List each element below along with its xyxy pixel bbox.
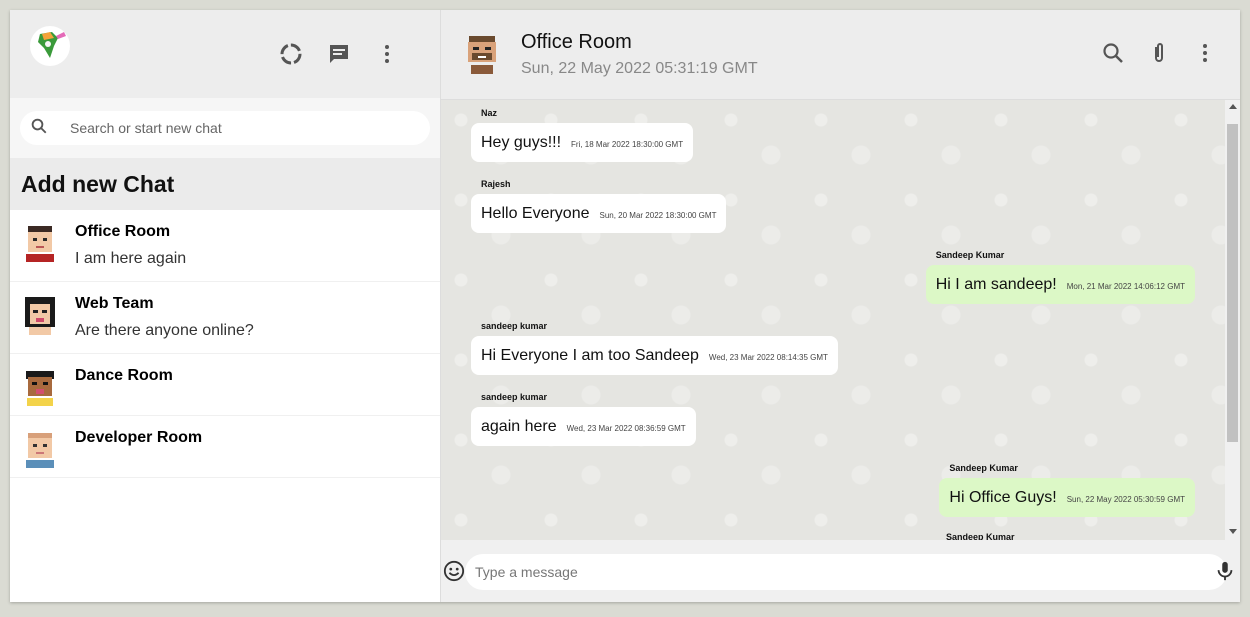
- message-sender: sandeep kumar: [481, 321, 548, 331]
- message-area[interactable]: Naz Hey guys!!! Fri, 18 Mar 2022 18:30:00…: [441, 100, 1240, 540]
- message-bubble[interactable]: Hi I am sandeep! Mon, 21 Mar 2022 14:06:1…: [925, 265, 1195, 304]
- status-icon[interactable]: [276, 39, 306, 69]
- attach-icon[interactable]: [1144, 38, 1174, 68]
- chat-item-office-room[interactable]: Office Room I am here again: [10, 210, 440, 282]
- message-text: Hi I am sandeep!: [935, 276, 1057, 293]
- message: sandeep kumar again here Wed, 23 Mar 2022…: [471, 392, 696, 446]
- message-time: Sun, 20 Mar 2022 18:30:00 GMT: [599, 211, 717, 220]
- search-icon: [30, 117, 48, 140]
- message-text: Hi Office Guys!: [949, 489, 1057, 506]
- chat-item-dance-room[interactable]: Dance Room: [10, 354, 440, 416]
- message-input[interactable]: [465, 554, 1227, 590]
- chat-avatar: [23, 430, 57, 470]
- menu-icon[interactable]: [1190, 38, 1220, 68]
- scroll-up-arrow[interactable]: [1229, 104, 1237, 109]
- message-bubble[interactable]: Hello Everyone Sun, 20 Mar 2022 18:30:00 …: [471, 194, 727, 233]
- chat-last-message: I am here again: [75, 250, 187, 267]
- chat-name: Dance Room: [75, 367, 173, 384]
- message-bubble[interactable]: Hi Everyone I am too Sandeep Wed, 23 Mar …: [471, 336, 838, 375]
- new-chat-icon[interactable]: [324, 39, 354, 69]
- chat-avatar: [23, 368, 57, 408]
- scrollbar-thumb[interactable]: [1227, 124, 1238, 442]
- message-text: Hello Everyone: [481, 205, 590, 222]
- sidebar-header: [10, 10, 440, 98]
- message: Rajesh Hello Everyone Sun, 20 Mar 2022 18…: [471, 179, 727, 233]
- emoji-icon[interactable]: [443, 560, 465, 587]
- room-avatar[interactable]: [463, 35, 501, 75]
- message-sender: sandeep kumar: [481, 392, 548, 402]
- chat-item-web-team[interactable]: Web Team Are there anyone online?: [10, 282, 440, 354]
- message-time: Wed, 23 Mar 2022 08:36:59 GMT: [566, 424, 686, 433]
- chat-avatar: [23, 296, 57, 336]
- message: Naz Hey guys!!! Fri, 18 Mar 2022 18:30:00…: [471, 108, 694, 162]
- chat-avatar: [23, 224, 57, 264]
- sidebar: Add new Chat Office Room I am here again: [10, 10, 441, 602]
- message-own: Sandeep Kumar Hi Office Guys! Sun, 22 May…: [939, 463, 1195, 517]
- app-window: Add new Chat Office Room I am here again: [10, 10, 1240, 602]
- chat-list: Office Room I am here again Web Team Are…: [10, 210, 440, 602]
- search-icon[interactable]: [1098, 38, 1128, 68]
- chat-item-developer-room[interactable]: Developer Room: [10, 416, 440, 478]
- search-box: [20, 111, 430, 145]
- message-bubble[interactable]: Hey guys!!! Fri, 18 Mar 2022 18:30:00 GMT: [471, 123, 694, 162]
- scrollbar[interactable]: [1225, 100, 1240, 540]
- message-text: again here: [481, 418, 557, 435]
- message-sender: Rajesh: [481, 179, 511, 189]
- message-text: Hi Everyone I am too Sandeep: [481, 347, 699, 364]
- search-bar: [10, 98, 440, 158]
- message-time: Sun, 22 May 2022 05:30:59 GMT: [1066, 495, 1185, 504]
- room-title: Office Room: [521, 31, 632, 53]
- message-bubble[interactable]: Hi Office Guys! Sun, 22 May 2022 05:30:59…: [939, 478, 1195, 517]
- chat-name: Office Room: [75, 223, 171, 240]
- composer: [441, 540, 1240, 602]
- message-time: Wed, 23 Mar 2022 08:14:35 GMT: [708, 353, 828, 362]
- message-time: Fri, 18 Mar 2022 18:30:00 GMT: [571, 140, 684, 149]
- search-input[interactable]: [68, 119, 420, 137]
- chat-name: Web Team: [75, 295, 154, 312]
- chat-last-message: Are there anyone online?: [75, 322, 254, 339]
- message-sender: Sandeep Kumar: [949, 463, 1018, 473]
- message-own: Sandeep Kumar Hi I am sandeep! Mon, 21 Ma…: [925, 250, 1195, 304]
- message-own: Sandeep Kumar: [936, 532, 1015, 540]
- scroll-down-arrow[interactable]: [1229, 529, 1237, 534]
- message-sender: Sandeep Kumar: [935, 250, 1005, 260]
- mic-icon[interactable]: [1214, 560, 1236, 587]
- add-new-chat-button[interactable]: Add new Chat: [10, 158, 440, 210]
- message-bubble[interactable]: again here Wed, 23 Mar 2022 08:36:59 GMT: [471, 407, 696, 446]
- chat-header: Office Room Sun, 22 May 2022 05:31:19 GM…: [441, 10, 1240, 100]
- user-avatar[interactable]: [30, 26, 70, 66]
- message-text: Hey guys!!!: [481, 134, 562, 151]
- chat-panel: Office Room Sun, 22 May 2022 05:31:19 GM…: [441, 10, 1240, 602]
- chat-name: Developer Room: [75, 429, 203, 446]
- room-last-seen: Sun, 22 May 2022 05:31:19 GMT: [521, 60, 758, 77]
- message-sender: Naz: [481, 108, 498, 118]
- message-time: Mon, 21 Mar 2022 14:06:12 GMT: [1066, 282, 1185, 291]
- message: sandeep kumar Hi Everyone I am too Sande…: [471, 321, 838, 375]
- menu-icon[interactable]: [372, 39, 402, 69]
- message-sender: Sandeep Kumar: [946, 532, 1015, 540]
